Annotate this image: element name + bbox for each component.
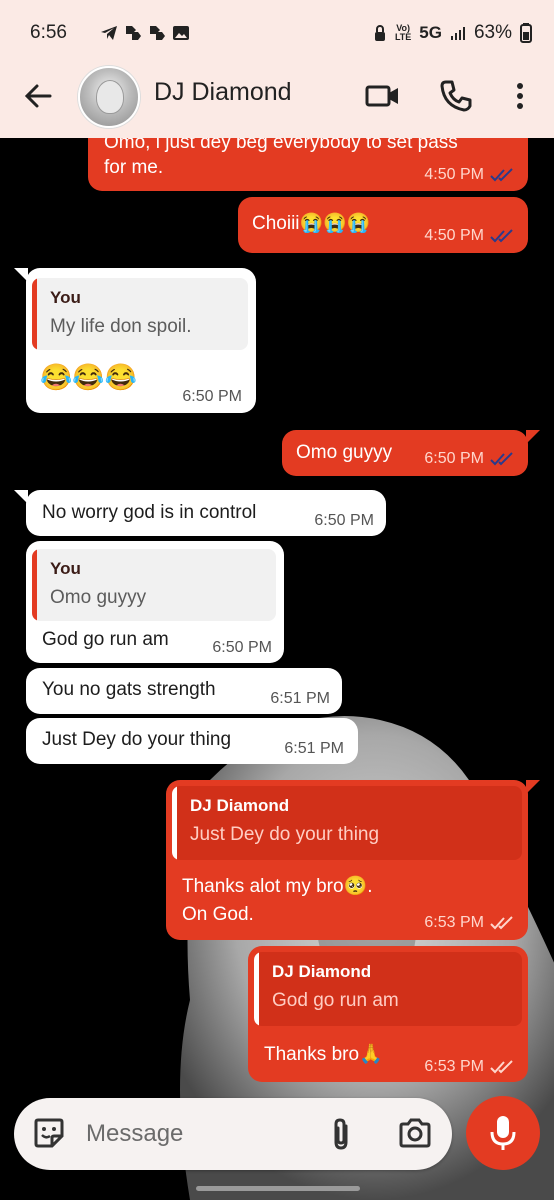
volte-indicator: Vo) LTE: [394, 23, 412, 42]
quote-sender: DJ Diamond: [190, 796, 290, 815]
message-text: Omo guyyy: [296, 442, 393, 463]
home-gesture-bar[interactable]: [196, 1186, 360, 1191]
message-input[interactable]: Message: [86, 1120, 183, 1148]
message-text: Choiii😭😭😭: [252, 213, 371, 234]
reply-quote[interactable]: You Omo guyyy: [32, 549, 276, 621]
battery-percent: 63%: [473, 22, 512, 43]
message-outgoing[interactable]: Choiii😭😭😭 4:50 PM: [238, 197, 528, 253]
message-text: God go run am: [42, 629, 169, 650]
network-type: 5G: [419, 23, 442, 42]
message-text: On God.: [182, 904, 254, 925]
battery-icon: [520, 23, 532, 43]
double-check-icon: [490, 168, 513, 182]
video-call-icon[interactable]: [364, 78, 400, 114]
message-meta: 6:50 PM: [182, 388, 242, 406]
quote-sender: You: [50, 288, 81, 307]
quote-text: My life don spoil.: [50, 316, 192, 337]
voice-record-button[interactable]: [466, 1096, 540, 1170]
message-time: 6:50 PM: [212, 639, 272, 656]
status-time: 6:56: [30, 22, 67, 43]
quote-text: God go run am: [272, 990, 399, 1011]
quote-text: Omo guyyy: [50, 587, 147, 608]
message-composer[interactable]: Message: [14, 1098, 452, 1170]
reply-quote[interactable]: DJ Diamond God go run am: [254, 952, 522, 1026]
lock-icon: [374, 25, 385, 41]
message-text: for me.: [104, 157, 164, 178]
message-text: Thanks alot my bro🥺.: [182, 876, 373, 897]
reply-quote[interactable]: You My life don spoil.: [32, 278, 248, 350]
message-incoming[interactable]: No worry god is in control 6:50 PM: [26, 490, 386, 536]
message-incoming[interactable]: You My life don spoil. 😂😂😂 6:50 PM: [26, 268, 256, 413]
quote-sender: DJ Diamond: [272, 962, 372, 981]
gallery-icon: [173, 26, 189, 40]
app-top-bar: 6:56 Vo) LTE 5G 63% DJ Diamond: [0, 0, 554, 138]
message-text: No worry god is in control: [42, 502, 257, 523]
message-meta: 6:50 PM: [424, 450, 514, 468]
message-meta: 6:51 PM: [270, 690, 330, 708]
back-arrow-icon[interactable]: [20, 78, 56, 114]
message-incoming[interactable]: You Omo guyyy God go run am 6:50 PM: [26, 541, 284, 663]
quote-text: Just Dey do your thing: [190, 824, 380, 845]
message-incoming[interactable]: You no gats strength 6:51 PM: [26, 668, 342, 714]
bbm-icon: [150, 26, 165, 40]
bubble-tail: [526, 780, 540, 794]
message-incoming[interactable]: Just Dey do your thing 6:51 PM: [26, 718, 358, 764]
message-outgoing[interactable]: DJ Diamond God go run am Thanks bro🙏 6:5…: [248, 946, 528, 1082]
message-time: 6:51 PM: [270, 690, 330, 707]
status-right: Vo) LTE 5G 63%: [373, 22, 532, 44]
double-check-icon: [490, 229, 513, 243]
message-time: 6:50 PM: [182, 388, 242, 405]
message-meta: 6:51 PM: [284, 740, 344, 758]
message-meta: 6:53 PM: [424, 1058, 514, 1076]
attach-icon[interactable]: [326, 1116, 356, 1152]
message-outgoing[interactable]: Omo guyyy 6:50 PM: [282, 430, 528, 476]
message-meta: 4:50 PM: [424, 227, 514, 245]
avatar[interactable]: [78, 66, 140, 128]
status-bar: 6:56 Vo) LTE 5G 63%: [0, 0, 554, 64]
reply-quote[interactable]: DJ Diamond Just Dey do your thing: [172, 786, 522, 860]
message-outgoing[interactable]: DJ Diamond Just Dey do your thing Thanks…: [166, 780, 528, 940]
message-time: 4:50 PM: [424, 166, 484, 183]
chat-area: Omo, i just dey beg everybody to set pas…: [0, 0, 554, 1200]
message-text: You no gats strength: [42, 679, 216, 700]
message-time: 6:53 PM: [424, 1058, 484, 1075]
camera-icon[interactable]: [398, 1116, 432, 1150]
message-time: 6:50 PM: [424, 450, 484, 467]
double-check-icon: [490, 916, 513, 930]
more-options-icon[interactable]: [502, 78, 538, 114]
microphone-icon: [490, 1116, 516, 1150]
phone-icon[interactable]: [438, 78, 474, 114]
notification-icons: [100, 24, 190, 42]
message-meta: 6:53 PM: [424, 914, 514, 932]
chat-header: DJ Diamond: [0, 64, 554, 138]
message-time: 6:50 PM: [314, 512, 374, 529]
sticker-icon[interactable]: [32, 1116, 66, 1150]
double-check-icon: [490, 452, 513, 466]
message-text: 😂😂😂: [40, 362, 138, 392]
bubble-tail: [526, 430, 540, 444]
quote-sender: You: [50, 559, 81, 578]
contact-name[interactable]: DJ Diamond: [154, 78, 292, 107]
message-meta: 4:50 PM: [424, 166, 514, 184]
message-time: 4:50 PM: [424, 227, 484, 244]
message-time: 6:53 PM: [424, 914, 484, 931]
message-meta: 6:50 PM: [212, 639, 272, 657]
signal-icon: [450, 27, 465, 40]
double-check-icon: [490, 1060, 513, 1074]
message-text: Thanks bro🙏: [264, 1044, 383, 1065]
message-meta: 6:50 PM: [314, 512, 374, 530]
message-text: Just Dey do your thing: [42, 729, 232, 750]
bbm-icon: [126, 26, 141, 40]
telegram-icon: [101, 26, 117, 40]
message-time: 6:51 PM: [284, 740, 344, 757]
